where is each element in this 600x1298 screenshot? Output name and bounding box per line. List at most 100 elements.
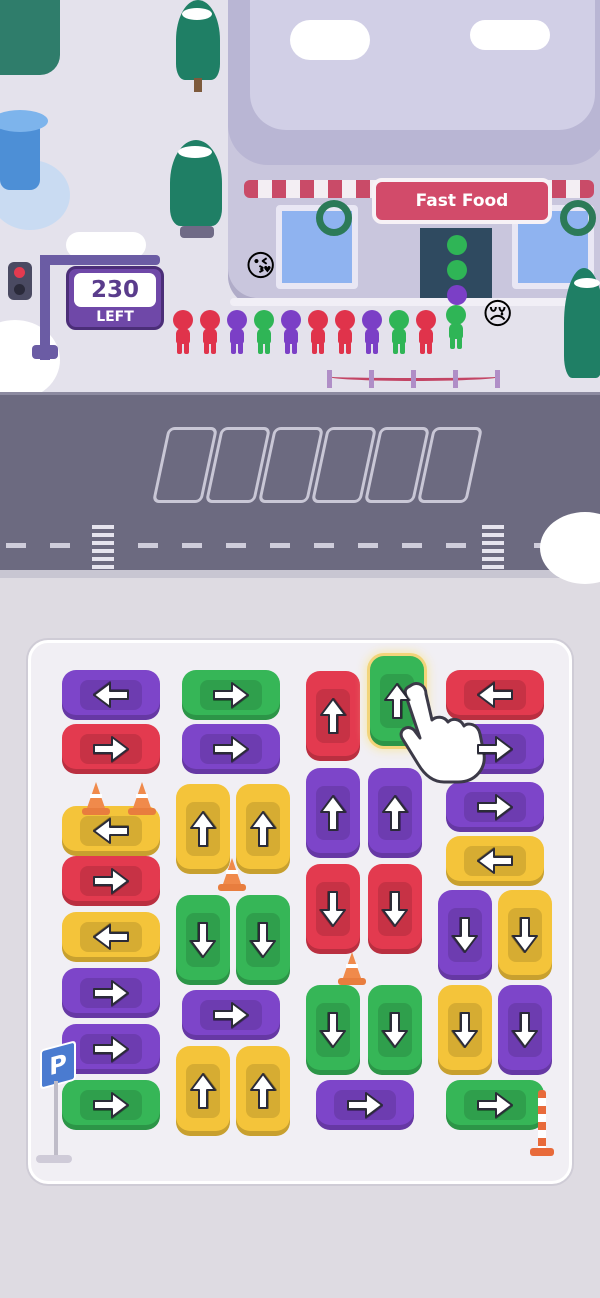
lane-dash: [358, 543, 378, 548]
arrow-right-icon: [182, 990, 280, 1040]
queue-person: [226, 310, 248, 354]
arrow-up-icon: [176, 1046, 230, 1136]
tree-right: [560, 268, 600, 388]
arrow-left-icon: [62, 912, 160, 962]
queue-person: [446, 285, 468, 309]
arrow-right-icon: [62, 856, 160, 906]
car-red-right[interactable]: [62, 724, 160, 774]
arrow-up-icon: [370, 656, 424, 746]
crosswalk-stripe: [482, 533, 504, 537]
arrow-right-icon: [446, 1080, 544, 1130]
crosswalk-stripe: [92, 541, 114, 545]
lane-dash: [314, 543, 334, 548]
arrow-up-icon: [236, 784, 290, 874]
crosswalk-stripe: [92, 525, 114, 529]
arrow-left-icon: [62, 806, 160, 856]
cars-left-number: 230: [74, 273, 156, 307]
car-purple-down[interactable]: [438, 890, 492, 980]
lane-dash: [182, 543, 202, 548]
car-green-down[interactable]: [236, 895, 290, 985]
car-yellow-up[interactable]: [176, 784, 230, 874]
car-green-down[interactable]: [176, 895, 230, 985]
lane-dash: [270, 543, 290, 548]
queue-person: [361, 310, 383, 354]
rope-post: [453, 370, 458, 388]
crosswalk-stripe: [92, 533, 114, 537]
car-purple-right[interactable]: [182, 724, 280, 774]
queue-person: [446, 235, 468, 259]
rope-post: [327, 370, 332, 388]
off-light: [14, 284, 25, 295]
queue-person: [415, 310, 437, 354]
car-purple-right[interactable]: [62, 1024, 160, 1074]
queue-person: [172, 310, 194, 354]
car-yellow-left[interactable]: [62, 912, 160, 962]
car-yellow-down[interactable]: [498, 890, 552, 980]
car-purple-up[interactable]: [368, 768, 422, 858]
arrow-left-icon: [446, 670, 544, 720]
car-purple-left[interactable]: [62, 670, 160, 720]
arrow-right-icon: [182, 670, 280, 720]
crosswalk-stripe: [482, 525, 504, 529]
arrow-right-icon: [182, 724, 280, 774]
arrow-down-icon: [498, 890, 552, 980]
car-red-down[interactable]: [306, 864, 360, 954]
car-purple-right[interactable]: [446, 782, 544, 832]
queue-person: [446, 260, 468, 284]
arrow-down-icon: [368, 985, 422, 1075]
car-yellow-up[interactable]: [176, 1046, 230, 1136]
crosswalk-stripe: [92, 549, 114, 553]
car-red-left[interactable]: [446, 670, 544, 720]
car-red-down[interactable]: [368, 864, 422, 954]
car-green-down[interactable]: [368, 985, 422, 1075]
car-purple-down[interactable]: [498, 985, 552, 1075]
arrow-right-icon: [62, 968, 160, 1018]
arrow-down-icon: [438, 985, 492, 1075]
lane-dash: [446, 543, 466, 548]
car-purple-up[interactable]: [306, 768, 360, 858]
arrow-up-icon: [176, 784, 230, 874]
building-roof-top: [250, 0, 595, 130]
crosswalk-stripe: [482, 541, 504, 545]
car-purple-right[interactable]: [182, 990, 280, 1040]
car-yellow-left[interactable]: [446, 836, 544, 886]
crosswalk-stripe: [482, 565, 504, 569]
signpost-arm: [40, 255, 160, 265]
arrow-right-icon: [62, 1024, 160, 1074]
barrier-base: [530, 1148, 554, 1156]
rope-post: [495, 370, 500, 388]
car-green-up[interactable]: [370, 656, 424, 746]
car-green-down[interactable]: [306, 985, 360, 1075]
car-yellow-up[interactable]: [236, 784, 290, 874]
car-purple-right[interactable]: [62, 968, 160, 1018]
lane-dash: [138, 543, 158, 548]
arrow-down-icon: [236, 895, 290, 985]
car-yellow-up[interactable]: [236, 1046, 290, 1136]
rope-post: [369, 370, 374, 388]
arrow-down-icon: [306, 864, 360, 954]
queue-person: [388, 310, 410, 354]
queue-person: [253, 310, 275, 354]
cars-left-label: LEFT: [96, 309, 134, 325]
car-yellow-left[interactable]: [62, 806, 160, 856]
car-purple-right[interactable]: [446, 724, 544, 774]
park-hedge: [0, 0, 60, 75]
arrow-down-icon: [498, 985, 552, 1075]
car-green-right[interactable]: [446, 1080, 544, 1130]
car-green-right[interactable]: [62, 1080, 160, 1130]
car-yellow-down[interactable]: [438, 985, 492, 1075]
queue-person: [445, 305, 467, 349]
traffic-light: [8, 262, 32, 300]
crosswalk-stripe: [92, 557, 114, 561]
car-purple-right[interactable]: [316, 1080, 414, 1130]
car-red-right[interactable]: [62, 856, 160, 906]
car-green-right[interactable]: [182, 670, 280, 720]
lane-dash: [226, 543, 246, 548]
crosswalk-stripe: [482, 557, 504, 561]
car-red-up[interactable]: [306, 671, 360, 761]
fountain: [0, 100, 80, 250]
arrow-left-icon: [446, 836, 544, 886]
arrow-right-icon: [446, 782, 544, 832]
red-light: [14, 267, 25, 278]
sign-base: [36, 1155, 72, 1163]
